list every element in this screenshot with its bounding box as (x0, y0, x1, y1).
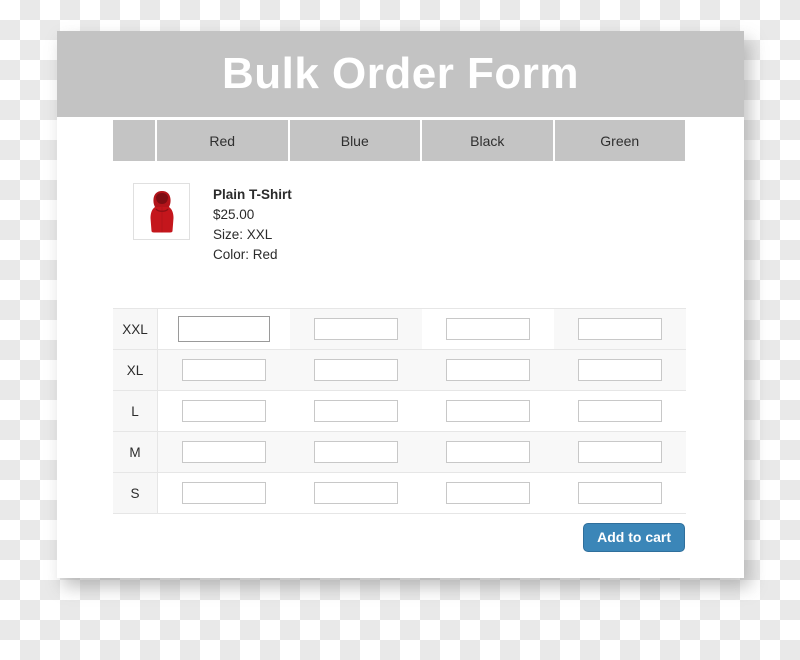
qty-input-s-blue[interactable] (314, 482, 398, 504)
product-price: $25.00 (213, 207, 255, 222)
qty-cell-m-blue[interactable] (290, 431, 422, 473)
quantity-table: XXL XL L M S (113, 308, 686, 514)
color-column-header-row: Red Blue Black Green (113, 120, 685, 161)
qty-cell-m-black[interactable] (422, 431, 554, 473)
color-header-red[interactable]: Red (157, 120, 290, 161)
product-summary: Plain T-Shirt $25.00 Size: XXL Color: Re… (133, 183, 292, 265)
card-header: Bulk Order Form (57, 31, 744, 117)
qty-cell-s-blue[interactable] (290, 472, 422, 514)
qty-cell-xl-green[interactable] (554, 349, 686, 391)
bulk-order-form-card: Bulk Order Form Red Blue Black Green Pla… (57, 31, 744, 578)
add-to-cart-button[interactable]: Add to cart (583, 523, 685, 552)
size-label-xxl: XXL (113, 308, 158, 350)
product-name: Plain T-Shirt (213, 187, 292, 202)
size-label-s: S (113, 472, 158, 514)
color-header-black[interactable]: Black (422, 120, 555, 161)
size-label-l: L (113, 390, 158, 432)
color-header-green[interactable]: Green (554, 120, 685, 161)
qty-cell-xl-black[interactable] (422, 349, 554, 391)
product-size: Size: XXL (213, 227, 273, 242)
qty-input-m-black[interactable] (446, 441, 530, 463)
qty-input-l-green[interactable] (578, 400, 662, 422)
red-hooded-shirt-icon (142, 188, 182, 236)
qty-cell-m-red[interactable] (157, 431, 290, 473)
quantity-table-body: XXL XL L M S (113, 308, 686, 514)
color-header-blank-cell (113, 120, 157, 161)
qty-input-xl-blue[interactable] (314, 359, 398, 381)
qty-input-xxl-blue[interactable] (314, 318, 398, 340)
table-row: L (113, 390, 686, 432)
qty-cell-xl-blue[interactable] (290, 349, 422, 391)
size-label-m: M (113, 431, 158, 473)
qty-input-m-red[interactable] (182, 441, 266, 463)
qty-input-s-black[interactable] (446, 482, 530, 504)
qty-input-xxl-green[interactable] (578, 318, 662, 340)
qty-input-m-green[interactable] (578, 441, 662, 463)
product-details: Plain T-Shirt $25.00 Size: XXL Color: Re… (213, 183, 292, 265)
qty-cell-xxl-blue[interactable] (290, 308, 422, 350)
qty-cell-xl-red[interactable] (157, 349, 290, 391)
card-body: Red Blue Black Green Plain T-Shirt $25.0… (57, 117, 744, 578)
product-thumbnail[interactable] (133, 183, 190, 240)
table-row: S (113, 472, 686, 514)
qty-cell-l-green[interactable] (554, 390, 686, 432)
qty-input-s-green[interactable] (578, 482, 662, 504)
table-row: M (113, 431, 686, 473)
page-title: Bulk Order Form (221, 49, 580, 98)
qty-input-l-blue[interactable] (314, 400, 398, 422)
table-row: XL (113, 349, 686, 391)
qty-cell-m-green[interactable] (554, 431, 686, 473)
form-footer: Add to cart (113, 523, 685, 552)
qty-input-xl-red[interactable] (182, 359, 266, 381)
qty-cell-s-black[interactable] (422, 472, 554, 514)
size-label-xl: XL (113, 349, 158, 391)
product-color: Color: Red (213, 247, 278, 262)
qty-input-l-red[interactable] (182, 400, 266, 422)
qty-cell-xxl-black[interactable] (422, 308, 554, 350)
qty-cell-l-blue[interactable] (290, 390, 422, 432)
qty-input-xl-black[interactable] (446, 359, 530, 381)
qty-cell-xxl-red[interactable] (157, 308, 290, 350)
qty-input-xxl-red[interactable] (178, 316, 270, 342)
table-row: XXL (113, 308, 686, 350)
qty-cell-s-green[interactable] (554, 472, 686, 514)
qty-cell-s-red[interactable] (157, 472, 290, 514)
qty-input-m-blue[interactable] (314, 441, 398, 463)
qty-input-l-black[interactable] (446, 400, 530, 422)
color-header-blue[interactable]: Blue (289, 120, 422, 161)
qty-cell-l-black[interactable] (422, 390, 554, 432)
qty-input-xxl-black[interactable] (446, 318, 530, 340)
qty-input-xl-green[interactable] (578, 359, 662, 381)
qty-cell-xxl-green[interactable] (554, 308, 686, 350)
qty-input-s-red[interactable] (182, 482, 266, 504)
qty-cell-l-red[interactable] (157, 390, 290, 432)
